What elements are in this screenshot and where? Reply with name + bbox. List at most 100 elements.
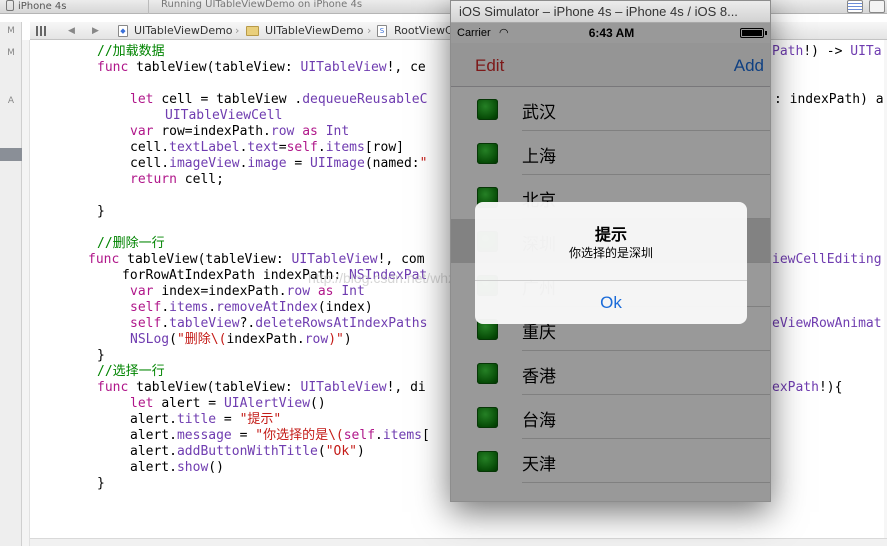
code-token: !, ce <box>386 60 426 75</box>
simulator-title-bar[interactable]: iOS Simulator – iPhone 4s – iPhone 4s / … <box>451 1 770 23</box>
breadcrumb-separator: › <box>367 24 372 37</box>
code-token: self <box>343 428 376 443</box>
code-line[interactable]: alert.addButtonWithTitle("Ok") <box>130 444 365 460</box>
code-line[interactable]: var index=indexPath.row as Int <box>130 284 365 300</box>
code-token: "提示" <box>239 412 282 427</box>
navigator-toggle-icon[interactable] <box>847 0 863 13</box>
utilities-toggle-icon[interactable] <box>869 0 885 13</box>
code-token: alert. <box>130 444 177 459</box>
code-token: message <box>176 428 232 443</box>
code-line[interactable]: } <box>97 348 105 364</box>
code-line[interactable]: return cell; <box>130 172 224 188</box>
code-token: //加载数据 <box>97 44 165 59</box>
forward-arrow-icon[interactable]: ▶ <box>92 26 99 36</box>
code-token: ) <box>343 332 352 347</box>
alert-ok-button[interactable]: Ok <box>475 281 747 324</box>
code-token: func <box>97 380 137 395</box>
alert-title: 提示 <box>594 227 627 244</box>
scheme-device[interactable]: iPhone 4s <box>6 0 67 13</box>
code-token: UITableView <box>300 380 387 395</box>
code-line[interactable]: UITableViewCell <box>165 108 282 124</box>
code-line[interactable]: alert.message = "你选择的是\(self.items[ <box>130 428 430 444</box>
code-token: textLabel <box>169 140 240 155</box>
code-token: imageView <box>169 156 240 171</box>
code-line[interactable]: //选择一行 <box>97 364 165 380</box>
related-items-icon[interactable] <box>36 26 46 36</box>
code-token: let <box>130 396 162 411</box>
code-line[interactable]: alert.title = "提示" <box>130 412 281 428</box>
code-token: //选择一行 <box>97 364 165 379</box>
code-line[interactable]: } <box>97 476 105 492</box>
code-line[interactable]: exPath!){ <box>772 380 842 396</box>
code-token: ) <box>357 444 365 459</box>
code-token: indexPath. <box>226 332 305 347</box>
code-line[interactable]: eViewRowAnimat <box>772 316 882 332</box>
code-line[interactable]: alert.show() <box>130 460 224 476</box>
code-token: cell. <box>130 140 170 155</box>
code-token: "Ok" <box>325 444 357 459</box>
code-line[interactable]: //删除一行 <box>97 236 165 252</box>
swift-file-icon: S <box>377 25 387 37</box>
code-token: = <box>286 156 311 171</box>
code-line[interactable]: self.tableView?.deleteRowsAtIndexPaths <box>130 316 427 332</box>
project-icon: ◆ <box>118 25 128 37</box>
ios-simulator-window: iOS Simulator – iPhone 4s – iPhone 4s / … <box>450 0 771 502</box>
iphone-icon <box>6 0 14 11</box>
code-token: tableView(tableView: <box>136 380 301 395</box>
code-token: = <box>231 428 256 443</box>
code-line[interactable]: let cell = tableView .dequeueReusableC <box>130 92 427 108</box>
breadcrumb-group[interactable]: UITableViewDemo <box>265 24 364 37</box>
code-token: func <box>97 60 137 75</box>
code-token: cell = tableView . <box>161 92 303 107</box>
code-line[interactable]: cell.imageView.image = UIImage(named:" <box>130 156 427 172</box>
code-line[interactable]: iewCellEditing <box>772 252 882 268</box>
code-token: UIImage <box>310 156 365 171</box>
phone-screen: Carrier ◠ 6:43 AM Edit Add 武汉上海北京深圳广州重庆香… <box>451 23 770 501</box>
code-line[interactable]: NSLog("删除\(indexPath.row)") <box>130 332 352 348</box>
code-token: UITableView <box>291 252 378 267</box>
horizontal-scrollbar[interactable] <box>30 538 887 546</box>
code-token: Path <box>772 44 804 59</box>
code-token: ( <box>169 332 177 347</box>
code-line[interactable]: self.items.removeAtIndex(index) <box>130 300 373 316</box>
code-line[interactable]: Path!) -> UITa <box>772 44 882 60</box>
code-token: [row] <box>364 140 404 155</box>
code-token: ?. <box>239 316 256 331</box>
code-line[interactable]: } <box>97 204 105 220</box>
device-label: iPhone 4s <box>18 1 67 12</box>
code-token: . <box>161 300 170 315</box>
alert-message: 你选择的是深圳 <box>568 246 653 260</box>
selected-file-badge[interactable] <box>0 148 22 161</box>
code-token: cell; <box>184 172 224 187</box>
code-token: alert = <box>161 396 224 411</box>
code-token: tableView <box>169 316 240 331</box>
code-line[interactable]: func tableView(tableView: UITableView!, … <box>97 380 426 396</box>
breadcrumb-file[interactable]: RootViewC <box>394 24 453 37</box>
code-token: . <box>208 300 217 315</box>
code-line[interactable]: let alert = UIAlertView() <box>130 396 326 412</box>
code-line[interactable]: cell.textLabel.text=self.items[row] <box>130 140 404 156</box>
code-token: cell. <box>130 156 170 171</box>
code-token: !){ <box>818 380 843 395</box>
code-token: items <box>325 140 365 155</box>
code-token: alert. <box>130 460 177 475</box>
code-token: image <box>247 156 287 171</box>
line-number-gutter <box>22 40 30 546</box>
code-line[interactable]: //加载数据 <box>97 44 165 60</box>
modified-badge: M <box>7 48 15 58</box>
back-arrow-icon[interactable]: ◀ <box>68 26 75 36</box>
code-line[interactable]: func tableView(tableView: UITableView!, … <box>88 252 425 268</box>
code-line[interactable]: func tableView(tableView: UITableView!, … <box>97 60 426 76</box>
code-token: text <box>247 140 279 155</box>
code-line[interactable]: : indexPath) a <box>774 92 884 108</box>
code-token: alert. <box>130 412 177 427</box>
code-token: as <box>310 284 342 299</box>
code-token: func <box>88 252 128 267</box>
code-token: self <box>130 300 162 315</box>
code-token: . <box>375 428 383 443</box>
code-token: . <box>317 140 326 155</box>
code-token: iewCellEditing <box>772 252 882 267</box>
code-line[interactable]: var row=indexPath.row as Int <box>130 124 349 140</box>
code-token: : indexPath) a <box>774 92 884 107</box>
breadcrumb-project[interactable]: UITableViewDemo <box>134 24 233 37</box>
